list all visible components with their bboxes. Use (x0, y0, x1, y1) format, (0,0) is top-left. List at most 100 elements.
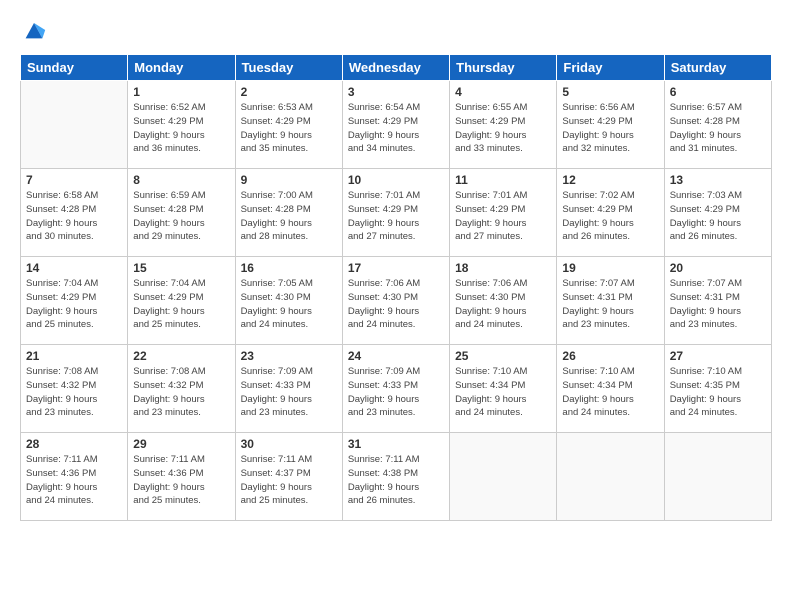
day-info: Sunrise: 7:09 AMSunset: 4:33 PMDaylight:… (241, 365, 337, 420)
day-info: Sunrise: 7:01 AMSunset: 4:29 PMDaylight:… (348, 189, 444, 244)
calendar-day (21, 81, 128, 169)
day-number: 9 (241, 173, 337, 187)
day-info: Sunrise: 7:11 AMSunset: 4:36 PMDaylight:… (133, 453, 229, 508)
calendar-day: 31 Sunrise: 7:11 AMSunset: 4:38 PMDayligh… (342, 433, 449, 521)
logo-icon (20, 16, 48, 44)
calendar-week-2: 7Sunrise: 6:58 AMSunset: 4:28 PMDaylight… (21, 169, 772, 257)
day-info: Sunrise: 7:07 AMSunset: 4:31 PMDaylight:… (670, 277, 766, 332)
day-info: Sunrise: 6:55 AMSunset: 4:29 PMDaylight:… (455, 101, 551, 156)
calendar-day: 28 Sunrise: 7:11 AMSunset: 4:36 PMDayligh… (21, 433, 128, 521)
day-number: 11 (455, 173, 551, 187)
calendar-day: 8 Sunrise: 6:59 AMSunset: 4:28 PMDaylight… (128, 169, 235, 257)
calendar-day: 19Sunrise: 7:07 AMSunset: 4:31 PMDayligh… (557, 257, 664, 345)
calendar-day: 18Sunrise: 7:06 AMSunset: 4:30 PMDayligh… (450, 257, 557, 345)
calendar-day: 10 Sunrise: 7:01 AMSunset: 4:29 PMDayligh… (342, 169, 449, 257)
day-number: 1 (133, 85, 229, 99)
col-header-friday: Friday (557, 55, 664, 81)
day-info: Sunrise: 6:58 AMSunset: 4:28 PMDaylight:… (26, 189, 122, 244)
day-info: Sunrise: 6:52 AMSunset: 4:29 PMDaylight:… (133, 101, 229, 156)
day-number: 26 (562, 349, 658, 363)
calendar-day: 20Sunrise: 7:07 AMSunset: 4:31 PMDayligh… (664, 257, 771, 345)
day-number: 8 (133, 173, 229, 187)
col-header-saturday: Saturday (664, 55, 771, 81)
calendar-day: 4 Sunrise: 6:55 AMSunset: 4:29 PMDaylight… (450, 81, 557, 169)
calendar-day: 21 Sunrise: 7:08 AMSunset: 4:32 PMDayligh… (21, 345, 128, 433)
day-info: Sunrise: 7:07 AMSunset: 4:31 PMDaylight:… (562, 277, 658, 332)
calendar-day: 27 Sunrise: 7:10 AMSunset: 4:35 PMDayligh… (664, 345, 771, 433)
day-number: 21 (26, 349, 122, 363)
calendar-day: 9Sunrise: 7:00 AMSunset: 4:28 PMDaylight… (235, 169, 342, 257)
calendar-day: 12 Sunrise: 7:02 AMSunset: 4:29 PMDayligh… (557, 169, 664, 257)
calendar-day: 13 Sunrise: 7:03 AMSunset: 4:29 PMDayligh… (664, 169, 771, 257)
calendar-day: 3 Sunrise: 6:54 AMSunset: 4:29 PMDaylight… (342, 81, 449, 169)
calendar-day: 5Sunrise: 6:56 AMSunset: 4:29 PMDaylight… (557, 81, 664, 169)
day-number: 12 (562, 173, 658, 187)
day-number: 24 (348, 349, 444, 363)
day-number: 28 (26, 437, 122, 451)
day-number: 23 (241, 349, 337, 363)
calendar-day: 17 Sunrise: 7:06 AMSunset: 4:30 PMDayligh… (342, 257, 449, 345)
calendar-day: 6 Sunrise: 6:57 AMSunset: 4:28 PMDaylight… (664, 81, 771, 169)
calendar-day: 11 Sunrise: 7:01 AMSunset: 4:29 PMDayligh… (450, 169, 557, 257)
day-number: 14 (26, 261, 122, 275)
day-info: Sunrise: 7:10 AMSunset: 4:34 PMDaylight:… (562, 365, 658, 420)
calendar-day (664, 433, 771, 521)
day-info: Sunrise: 7:01 AMSunset: 4:29 PMDaylight:… (455, 189, 551, 244)
day-info: Sunrise: 7:08 AMSunset: 4:32 PMDaylight:… (133, 365, 229, 420)
day-info: Sunrise: 6:53 AMSunset: 4:29 PMDaylight:… (241, 101, 337, 156)
day-info: Sunrise: 7:03 AMSunset: 4:29 PMDaylight:… (670, 189, 766, 244)
day-number: 25 (455, 349, 551, 363)
day-number: 17 (348, 261, 444, 275)
calendar-day: 30Sunrise: 7:11 AMSunset: 4:37 PMDayligh… (235, 433, 342, 521)
calendar: SundayMondayTuesdayWednesdayThursdayFrid… (20, 54, 772, 521)
day-info: Sunrise: 7:11 AMSunset: 4:36 PMDaylight:… (26, 453, 122, 508)
day-info: Sunrise: 7:10 AMSunset: 4:35 PMDaylight:… (670, 365, 766, 420)
day-info: Sunrise: 6:54 AMSunset: 4:29 PMDaylight:… (348, 101, 444, 156)
calendar-day: 7Sunrise: 6:58 AMSunset: 4:28 PMDaylight… (21, 169, 128, 257)
calendar-day: 1 Sunrise: 6:52 AMSunset: 4:29 PMDaylight… (128, 81, 235, 169)
col-header-wednesday: Wednesday (342, 55, 449, 81)
header (20, 16, 772, 44)
logo (20, 16, 52, 44)
col-header-thursday: Thursday (450, 55, 557, 81)
calendar-day: 26 Sunrise: 7:10 AMSunset: 4:34 PMDayligh… (557, 345, 664, 433)
calendar-day: 25 Sunrise: 7:10 AMSunset: 4:34 PMDayligh… (450, 345, 557, 433)
day-number: 30 (241, 437, 337, 451)
col-header-tuesday: Tuesday (235, 55, 342, 81)
calendar-day: 2Sunrise: 6:53 AMSunset: 4:29 PMDaylight… (235, 81, 342, 169)
day-info: Sunrise: 7:06 AMSunset: 4:30 PMDaylight:… (348, 277, 444, 332)
day-number: 31 (348, 437, 444, 451)
calendar-day: 22 Sunrise: 7:08 AMSunset: 4:32 PMDayligh… (128, 345, 235, 433)
day-number: 4 (455, 85, 551, 99)
col-header-sunday: Sunday (21, 55, 128, 81)
day-info: Sunrise: 7:06 AMSunset: 4:30 PMDaylight:… (455, 277, 551, 332)
day-number: 6 (670, 85, 766, 99)
day-info: Sunrise: 7:02 AMSunset: 4:29 PMDaylight:… (562, 189, 658, 244)
calendar-day: 29Sunrise: 7:11 AMSunset: 4:36 PMDayligh… (128, 433, 235, 521)
calendar-day: 14 Sunrise: 7:04 AMSunset: 4:29 PMDayligh… (21, 257, 128, 345)
day-info: Sunrise: 7:08 AMSunset: 4:32 PMDaylight:… (26, 365, 122, 420)
day-number: 3 (348, 85, 444, 99)
calendar-day (557, 433, 664, 521)
day-info: Sunrise: 7:11 AMSunset: 4:38 PMDaylight:… (348, 453, 444, 508)
day-info: Sunrise: 7:10 AMSunset: 4:34 PMDaylight:… (455, 365, 551, 420)
day-number: 27 (670, 349, 766, 363)
day-info: Sunrise: 6:56 AMSunset: 4:29 PMDaylight:… (562, 101, 658, 156)
day-number: 10 (348, 173, 444, 187)
calendar-week-5: 28 Sunrise: 7:11 AMSunset: 4:36 PMDayligh… (21, 433, 772, 521)
day-info: Sunrise: 6:57 AMSunset: 4:28 PMDaylight:… (670, 101, 766, 156)
day-info: Sunrise: 7:09 AMSunset: 4:33 PMDaylight:… (348, 365, 444, 420)
day-number: 16 (241, 261, 337, 275)
day-info: Sunrise: 7:04 AMSunset: 4:29 PMDaylight:… (133, 277, 229, 332)
day-number: 15 (133, 261, 229, 275)
day-info: Sunrise: 7:04 AMSunset: 4:29 PMDaylight:… (26, 277, 122, 332)
day-number: 22 (133, 349, 229, 363)
calendar-day: 15 Sunrise: 7:04 AMSunset: 4:29 PMDayligh… (128, 257, 235, 345)
calendar-day: 24 Sunrise: 7:09 AMSunset: 4:33 PMDayligh… (342, 345, 449, 433)
page: SundayMondayTuesdayWednesdayThursdayFrid… (0, 0, 792, 612)
day-number: 13 (670, 173, 766, 187)
day-info: Sunrise: 7:05 AMSunset: 4:30 PMDaylight:… (241, 277, 337, 332)
day-info: Sunrise: 6:59 AMSunset: 4:28 PMDaylight:… (133, 189, 229, 244)
col-header-monday: Monday (128, 55, 235, 81)
calendar-week-1: 1 Sunrise: 6:52 AMSunset: 4:29 PMDaylight… (21, 81, 772, 169)
